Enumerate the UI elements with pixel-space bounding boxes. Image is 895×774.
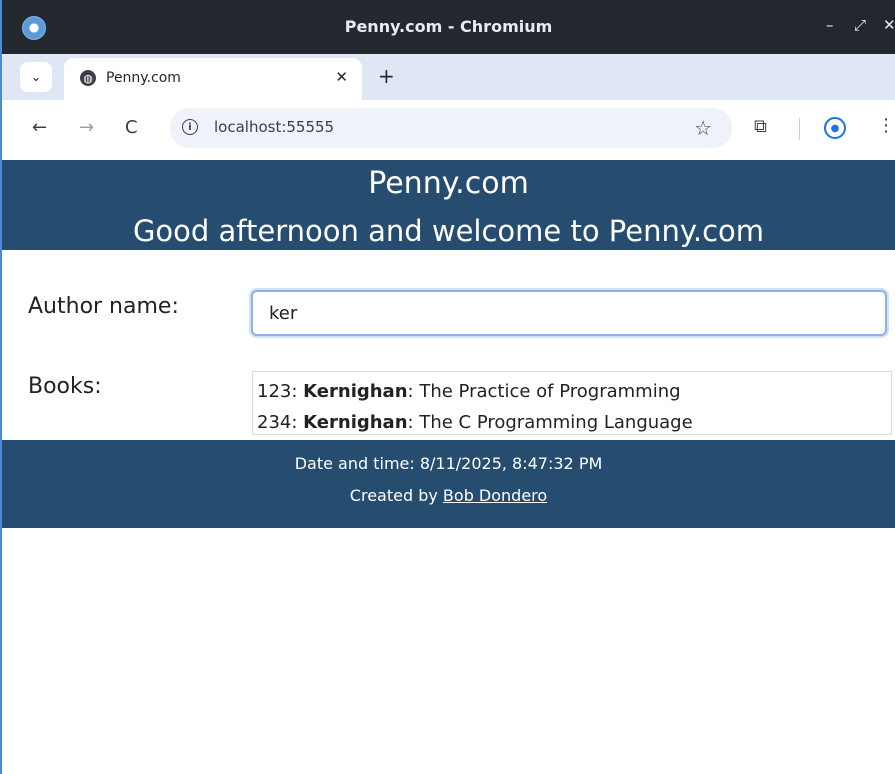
tab-search-button[interactable]: ⌄ (20, 62, 52, 92)
book-author: Kernighan (303, 381, 408, 402)
tab-strip: ⌄ ◍ Penny.com ✕ + (2, 54, 895, 100)
minimize-icon[interactable]: – (826, 16, 834, 34)
globe-icon: ◍ (80, 70, 96, 86)
url-text[interactable]: localhost:55555 (214, 118, 334, 136)
book-isbn: 234 (257, 412, 292, 433)
author-name-label: Author name: (28, 294, 179, 319)
site-header: Penny.com Good afternoon and welcome to … (2, 160, 895, 250)
credit-line: Created by Bob Dondero (2, 486, 895, 505)
bookmark-star-icon[interactable]: ☆ (694, 116, 712, 140)
address-bar[interactable]: i localhost:55555 ☆ (170, 108, 732, 148)
book-title: The C Programming Language (419, 412, 693, 433)
site-footer: Date and time: 8/11/2025, 8:47:32 PM Cre… (2, 440, 895, 528)
new-tab-button[interactable]: + (378, 64, 395, 88)
tab-penny[interactable]: ◍ Penny.com ✕ (64, 58, 362, 100)
date-time-text: Date and time: 8/11/2025, 8:47:32 PM (294, 454, 603, 473)
forward-icon[interactable]: → (79, 117, 94, 138)
books-label: Books: (28, 374, 102, 399)
book-isbn: 123 (257, 381, 292, 402)
menu-dots-icon[interactable]: ⋮ (877, 115, 895, 136)
greeting-text: Good afternoon and welcome to Penny.com (132, 214, 765, 248)
page-content: Penny.com Good afternoon and welcome to … (2, 158, 895, 774)
books-list: 123: Kernighan: The Practice of Programm… (252, 371, 892, 435)
reload-icon[interactable]: C (125, 117, 138, 138)
toolbar-divider (799, 118, 800, 140)
close-window-icon[interactable]: ✕ (883, 16, 895, 34)
close-tab-icon[interactable]: ✕ (335, 68, 348, 86)
created-by-text: Created by (349, 486, 438, 505)
book-item: 234: Kernighan: The C Programming Langua… (257, 412, 693, 433)
page-title: Penny.com (368, 166, 529, 201)
browser-toolbar: ← → C i localhost:55555 ☆ ⧉ ● ⋮ (2, 100, 895, 158)
author-link[interactable]: Bob Dondero (443, 486, 547, 505)
chevron-down-icon: ⌄ (30, 69, 42, 85)
browser-window: Penny.com - Chromium – ⤢ ✕ ⌄ ◍ Penny.com… (0, 0, 895, 774)
book-item: 123: Kernighan: The Practice of Programm… (257, 381, 681, 402)
book-author: Kernighan (303, 412, 408, 433)
restore-icon[interactable]: ⤢ (854, 16, 866, 34)
tab-title: Penny.com (106, 70, 181, 86)
profile-icon[interactable]: ● (824, 117, 846, 139)
author-name-input[interactable] (251, 290, 887, 336)
window-title: Penny.com - Chromium (344, 17, 553, 36)
back-icon[interactable]: ← (32, 117, 47, 138)
extensions-puzzle-icon[interactable]: ⧉ (754, 116, 767, 137)
title-bar: Penny.com - Chromium – ⤢ ✕ (2, 0, 895, 54)
book-title: The Practice of Programming (419, 381, 681, 402)
site-info-icon[interactable]: i (182, 119, 198, 135)
